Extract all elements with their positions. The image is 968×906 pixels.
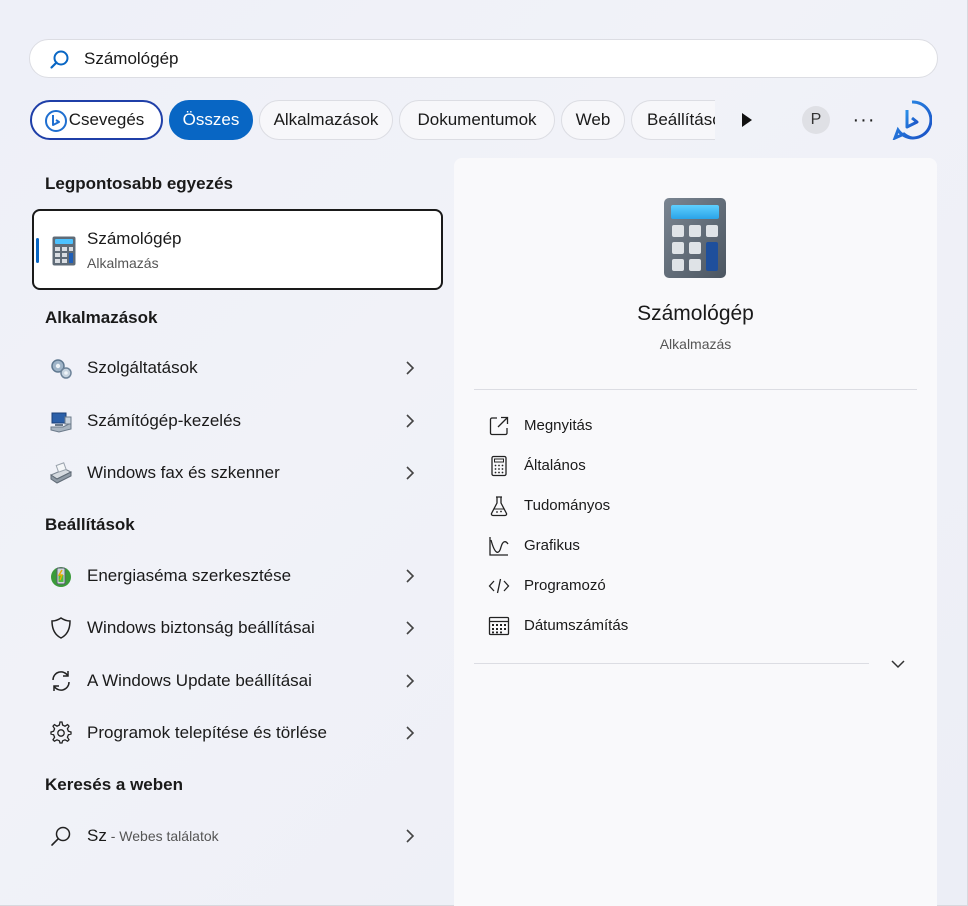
computer-management-icon [50,412,72,433]
best-match-item[interactable]: Számológép Alkalmazás [32,209,443,290]
action-standard[interactable]: Általános [486,451,886,481]
more-icon: ··· [852,109,876,131]
chevron-right-icon [406,466,415,480]
chevron-right-icon [406,414,415,428]
list-item-web-search[interactable]: Sz - Webes találatok [45,816,425,856]
web-search-suffix: - Webes találatok [106,828,219,844]
action-label: Megnyitás [524,417,593,434]
divider [474,389,917,390]
best-match-name: Számológép [87,229,182,248]
action-date-calculation[interactable]: Dátumszámítás [486,611,886,641]
action-label: Programozó [524,577,606,594]
search-input[interactable] [84,48,904,70]
chip-label: Csevegés [68,110,145,129]
chevron-right-icon [406,361,415,375]
list-item-programs[interactable]: Programok telepítése és törlése [45,713,425,753]
search-icon [50,50,69,69]
search-window: Csevegés Összes Alkalmazások Dokumentumo… [0,0,968,906]
action-label: Tudományos [524,497,611,514]
search-box[interactable] [29,39,938,78]
web-search-heading: Keresés a weben [45,775,183,794]
chip-label: Beállítások [647,110,715,129]
web-search-label: Sz - Webes találatok [87,826,219,846]
web-search-query: Sz [87,826,107,845]
fax-scanner-icon [49,462,73,484]
list-item-windows-update[interactable]: A Windows Update beállításai [45,661,425,701]
calculator-icon [52,236,76,266]
action-scientific[interactable]: Tudományos [486,491,886,521]
list-item-label: A Windows Update beállításai [87,671,312,690]
chip-all[interactable]: Összes [169,100,253,140]
graph-icon [489,537,509,556]
chip-label: Alkalmazások [273,110,379,129]
bing-icon[interactable] [892,100,932,140]
chip-apps[interactable]: Alkalmazások [259,100,393,140]
action-graphing[interactable]: Grafikus [486,531,886,561]
chip-label: Összes [182,110,240,129]
list-item-label: Energiaséma szerkesztése [87,566,292,585]
calendar-icon [488,616,510,636]
search-icon [51,826,71,846]
power-plan-icon [51,567,71,587]
chevron-down-icon[interactable] [890,658,906,670]
profile-avatar[interactable]: P [802,106,830,134]
more-options-button[interactable]: ··· [852,106,876,134]
chip-chat[interactable]: Csevegés [30,100,163,140]
list-item-services[interactable]: Szolgáltatások [45,348,425,388]
action-label: Dátumszámítás [524,617,629,634]
detail-title: Számológép [637,302,754,325]
calculator-icon [664,198,726,278]
list-item-computer-management[interactable]: Számítógép-kezelés [45,401,425,441]
open-external-icon [489,416,509,436]
selection-accent [36,238,39,263]
list-item-label: Windows fax és szkenner [87,463,280,482]
list-item-windows-security[interactable]: Windows biztonság beállításai [45,608,425,648]
list-item-label: Programok telepítése és törlése [87,723,328,742]
chip-label: Dokumentumok [417,110,537,129]
profile-initial: P [810,111,822,128]
chevron-right-icon [406,569,415,583]
sync-icon [52,671,70,691]
chevron-right-icon [406,829,415,843]
chip-documents[interactable]: Dokumentumok [399,100,555,140]
best-match-heading: Legpontosabb egyezés [45,174,233,193]
action-programmer[interactable]: Programozó [486,571,886,601]
bing-chat-icon [45,110,67,132]
chip-label: Web [575,110,611,129]
scroll-right-icon[interactable] [740,111,754,129]
shield-icon [51,617,71,639]
code-icon [488,578,510,594]
services-gears-icon [51,359,72,379]
chevron-right-icon [406,726,415,740]
flask-icon [490,496,508,517]
list-item-power-plan[interactable]: Energiaséma szerkesztése [45,556,425,596]
chip-web[interactable]: Web [561,100,625,140]
calculator-icon [491,455,507,477]
action-open[interactable]: Megnyitás [486,411,886,441]
list-item-fax-scanner[interactable]: Windows fax és szkenner [45,453,425,493]
list-item-label: Windows biztonság beállításai [87,618,315,637]
list-item-label: Számítógép-kezelés [87,411,242,430]
apps-heading: Alkalmazások [45,308,158,327]
action-label: Általános [524,457,586,474]
best-match-type: Alkalmazás [87,255,159,271]
action-label: Grafikus [524,537,580,554]
list-item-label: Szolgáltatások [87,358,198,377]
chevron-right-icon [406,674,415,688]
divider [474,663,869,664]
chip-settings[interactable]: Beállítások [631,100,715,140]
settings-heading: Beállítások [45,515,135,534]
chevron-right-icon [406,621,415,635]
detail-pane: Számológép Alkalmazás Megnyitás Általáno… [454,158,937,906]
detail-type: Alkalmazás [659,336,732,352]
gear-icon [50,721,72,744]
